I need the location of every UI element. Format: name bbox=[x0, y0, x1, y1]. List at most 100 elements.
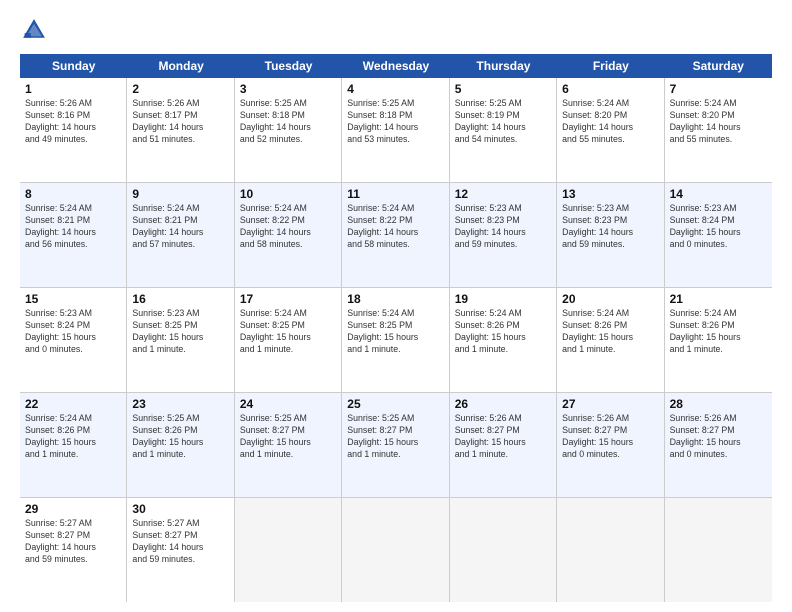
day-cell-16: 16Sunrise: 5:23 AM Sunset: 8:25 PM Dayli… bbox=[127, 288, 234, 392]
day-cell-22: 22Sunrise: 5:24 AM Sunset: 8:26 PM Dayli… bbox=[20, 393, 127, 497]
day-cell-26: 26 Sunrise: 5:26 AM Sunset: 8:27 PM Dayli… bbox=[450, 393, 557, 497]
day-number-1: 1 bbox=[25, 82, 121, 96]
day-number-8: 8 bbox=[25, 187, 121, 201]
day-cell-10: 10Sunrise: 5:24 AM Sunset: 8:22 PM Dayli… bbox=[235, 183, 342, 287]
day-info-29: Sunrise: 5:27 AM Sunset: 8:27 PM Dayligh… bbox=[25, 518, 121, 566]
day-cell-28: 28 Sunrise: 5:26 AM Sunset: 8:27 PM Dayli… bbox=[665, 393, 772, 497]
day-info-28: Sunrise: 5:26 AM Sunset: 8:27 PM Dayligh… bbox=[670, 413, 767, 461]
day-cell-30: 30 Sunrise: 5:27 AM Sunset: 8:27 PM Dayli… bbox=[127, 498, 234, 602]
day-info-13: Sunrise: 5:23 AM Sunset: 8:23 PM Dayligh… bbox=[562, 203, 658, 251]
day-number-7: 7 bbox=[670, 82, 767, 96]
day-info-30: Sunrise: 5:27 AM Sunset: 8:27 PM Dayligh… bbox=[132, 518, 228, 566]
day-cell-2: 2 Sunrise: 5:26 AM Sunset: 8:17 PM Daylig… bbox=[127, 78, 234, 182]
day-info-21: Sunrise: 5:24 AM Sunset: 8:26 PM Dayligh… bbox=[670, 308, 767, 356]
day-info-26: Sunrise: 5:26 AM Sunset: 8:27 PM Dayligh… bbox=[455, 413, 551, 461]
day-cell-4: 4 Sunrise: 5:25 AM Sunset: 8:18 PM Daylig… bbox=[342, 78, 449, 182]
calendar-row-1: 8 Sunrise: 5:24 AM Sunset: 8:21 PM Daylig… bbox=[20, 183, 772, 288]
day-info-2: Sunrise: 5:26 AM Sunset: 8:17 PM Dayligh… bbox=[132, 98, 228, 146]
day-info-27: Sunrise: 5:26 AM Sunset: 8:27 PM Dayligh… bbox=[562, 413, 658, 461]
day-cell-7: 7 Sunrise: 5:24 AM Sunset: 8:20 PM Daylig… bbox=[665, 78, 772, 182]
day-number-24: 24 bbox=[240, 397, 336, 411]
day-number-26: 26 bbox=[455, 397, 551, 411]
day-cell-3: 3 Sunrise: 5:25 AM Sunset: 8:18 PM Daylig… bbox=[235, 78, 342, 182]
day-number-28: 28 bbox=[670, 397, 767, 411]
day-cell-11: 11Sunrise: 5:24 AM Sunset: 8:22 PM Dayli… bbox=[342, 183, 449, 287]
header-day-monday: Monday bbox=[127, 54, 234, 78]
day-info-19: Sunrise: 5:24 AM Sunset: 8:26 PM Dayligh… bbox=[455, 308, 551, 356]
empty-cell-r4-c5 bbox=[557, 498, 664, 602]
day-number-11: 11 bbox=[347, 187, 443, 201]
calendar-row-4: 29 Sunrise: 5:27 AM Sunset: 8:27 PM Dayli… bbox=[20, 498, 772, 602]
day-info-9: Sunrise: 5:24 AM Sunset: 8:21 PM Dayligh… bbox=[132, 203, 228, 251]
day-cell-6: 6 Sunrise: 5:24 AM Sunset: 8:20 PM Daylig… bbox=[557, 78, 664, 182]
calendar-row-0: 1 Sunrise: 5:26 AM Sunset: 8:16 PM Daylig… bbox=[20, 78, 772, 183]
day-cell-13: 13Sunrise: 5:23 AM Sunset: 8:23 PM Dayli… bbox=[557, 183, 664, 287]
day-cell-19: 19 Sunrise: 5:24 AM Sunset: 8:26 PM Dayli… bbox=[450, 288, 557, 392]
calendar-row-3: 22Sunrise: 5:24 AM Sunset: 8:26 PM Dayli… bbox=[20, 393, 772, 498]
logo bbox=[20, 16, 54, 44]
day-cell-21: 21 Sunrise: 5:24 AM Sunset: 8:26 PM Dayli… bbox=[665, 288, 772, 392]
day-number-10: 10 bbox=[240, 187, 336, 201]
day-info-23: Sunrise: 5:25 AM Sunset: 8:26 PM Dayligh… bbox=[132, 413, 228, 461]
day-cell-15: 15 Sunrise: 5:23 AM Sunset: 8:24 PM Dayli… bbox=[20, 288, 127, 392]
header-day-tuesday: Tuesday bbox=[235, 54, 342, 78]
day-number-15: 15 bbox=[25, 292, 121, 306]
day-number-29: 29 bbox=[25, 502, 121, 516]
day-number-23: 23 bbox=[132, 397, 228, 411]
day-info-12: Sunrise: 5:23 AM Sunset: 8:23 PM Dayligh… bbox=[455, 203, 551, 251]
day-cell-9: 9 Sunrise: 5:24 AM Sunset: 8:21 PM Daylig… bbox=[127, 183, 234, 287]
logo-icon bbox=[20, 16, 48, 44]
day-number-6: 6 bbox=[562, 82, 658, 96]
day-cell-5: 5Sunrise: 5:25 AM Sunset: 8:19 PM Daylig… bbox=[450, 78, 557, 182]
header-day-friday: Friday bbox=[557, 54, 664, 78]
day-info-24: Sunrise: 5:25 AM Sunset: 8:27 PM Dayligh… bbox=[240, 413, 336, 461]
day-cell-18: 18Sunrise: 5:24 AM Sunset: 8:25 PM Dayli… bbox=[342, 288, 449, 392]
day-info-22: Sunrise: 5:24 AM Sunset: 8:26 PM Dayligh… bbox=[25, 413, 121, 461]
empty-cell-r4-c2 bbox=[235, 498, 342, 602]
day-cell-8: 8 Sunrise: 5:24 AM Sunset: 8:21 PM Daylig… bbox=[20, 183, 127, 287]
day-cell-12: 12 Sunrise: 5:23 AM Sunset: 8:23 PM Dayli… bbox=[450, 183, 557, 287]
header-day-thursday: Thursday bbox=[450, 54, 557, 78]
day-info-14: Sunrise: 5:23 AM Sunset: 8:24 PM Dayligh… bbox=[670, 203, 767, 251]
header-day-saturday: Saturday bbox=[665, 54, 772, 78]
day-cell-27: 27 Sunrise: 5:26 AM Sunset: 8:27 PM Dayli… bbox=[557, 393, 664, 497]
day-number-3: 3 bbox=[240, 82, 336, 96]
day-info-17: Sunrise: 5:24 AM Sunset: 8:25 PM Dayligh… bbox=[240, 308, 336, 356]
header-day-sunday: Sunday bbox=[20, 54, 127, 78]
day-info-8: Sunrise: 5:24 AM Sunset: 8:21 PM Dayligh… bbox=[25, 203, 121, 251]
day-cell-23: 23 Sunrise: 5:25 AM Sunset: 8:26 PM Dayli… bbox=[127, 393, 234, 497]
day-info-16: Sunrise: 5:23 AM Sunset: 8:25 PM Dayligh… bbox=[132, 308, 228, 356]
day-number-30: 30 bbox=[132, 502, 228, 516]
day-number-27: 27 bbox=[562, 397, 658, 411]
header-day-wednesday: Wednesday bbox=[342, 54, 449, 78]
page-header bbox=[20, 16, 772, 44]
day-info-3: Sunrise: 5:25 AM Sunset: 8:18 PM Dayligh… bbox=[240, 98, 336, 146]
day-number-20: 20 bbox=[562, 292, 658, 306]
calendar-page: SundayMondayTuesdayWednesdayThursdayFrid… bbox=[0, 0, 792, 612]
day-info-7: Sunrise: 5:24 AM Sunset: 8:20 PM Dayligh… bbox=[670, 98, 767, 146]
empty-cell-r4-c6 bbox=[665, 498, 772, 602]
day-cell-14: 14 Sunrise: 5:23 AM Sunset: 8:24 PM Dayli… bbox=[665, 183, 772, 287]
day-number-17: 17 bbox=[240, 292, 336, 306]
day-number-9: 9 bbox=[132, 187, 228, 201]
day-number-12: 12 bbox=[455, 187, 551, 201]
day-cell-17: 17 Sunrise: 5:24 AM Sunset: 8:25 PM Dayli… bbox=[235, 288, 342, 392]
day-info-6: Sunrise: 5:24 AM Sunset: 8:20 PM Dayligh… bbox=[562, 98, 658, 146]
day-number-25: 25 bbox=[347, 397, 443, 411]
calendar-row-2: 15 Sunrise: 5:23 AM Sunset: 8:24 PM Dayli… bbox=[20, 288, 772, 393]
day-info-1: Sunrise: 5:26 AM Sunset: 8:16 PM Dayligh… bbox=[25, 98, 121, 146]
day-number-2: 2 bbox=[132, 82, 228, 96]
calendar: SundayMondayTuesdayWednesdayThursdayFrid… bbox=[20, 54, 772, 602]
day-cell-29: 29 Sunrise: 5:27 AM Sunset: 8:27 PM Dayli… bbox=[20, 498, 127, 602]
day-info-20: Sunrise: 5:24 AM Sunset: 8:26 PM Dayligh… bbox=[562, 308, 658, 356]
day-info-4: Sunrise: 5:25 AM Sunset: 8:18 PM Dayligh… bbox=[347, 98, 443, 146]
day-number-14: 14 bbox=[670, 187, 767, 201]
empty-cell-r4-c4 bbox=[450, 498, 557, 602]
day-number-4: 4 bbox=[347, 82, 443, 96]
day-number-21: 21 bbox=[670, 292, 767, 306]
day-cell-25: 25Sunrise: 5:25 AM Sunset: 8:27 PM Dayli… bbox=[342, 393, 449, 497]
day-info-15: Sunrise: 5:23 AM Sunset: 8:24 PM Dayligh… bbox=[25, 308, 121, 356]
day-info-18: Sunrise: 5:24 AM Sunset: 8:25 PM Dayligh… bbox=[347, 308, 443, 356]
empty-cell-r4-c3 bbox=[342, 498, 449, 602]
day-number-19: 19 bbox=[455, 292, 551, 306]
